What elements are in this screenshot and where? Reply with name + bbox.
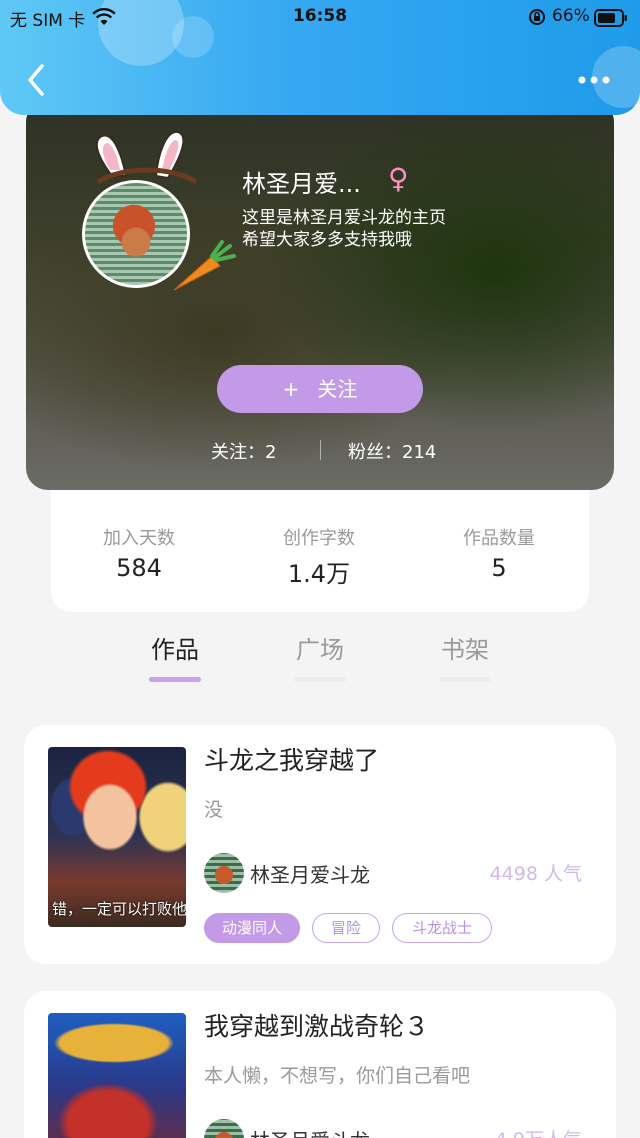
work-cover[interactable]: [48, 1013, 186, 1138]
back-button[interactable]: [18, 60, 58, 100]
summary-days: 加入天数 584: [59, 524, 219, 582]
profile-summary: 加入天数 584 创作字数 1.4万 作品数量 5: [51, 490, 589, 612]
plus-icon: +: [282, 377, 300, 401]
tag-chip[interactable]: 冒险: [312, 913, 380, 943]
summary-label: 创作字数: [283, 528, 355, 549]
summary-label: 作品数量: [463, 528, 535, 549]
summary-value: 584: [116, 554, 162, 582]
summary-value: 1.4万: [287, 560, 351, 588]
tab-square[interactable]: 广场: [280, 630, 360, 682]
profile-bio: 这里是林圣月爱斗龙的主页 希望大家多多支持我哦: [242, 207, 542, 251]
tab-works[interactable]: 作品: [135, 630, 215, 682]
follow-label: 关注: [317, 377, 358, 401]
work-cover[interactable]: 错，一定可以打败他们: [48, 747, 186, 927]
tag-chip[interactable]: 动漫同人: [204, 913, 300, 943]
work-title[interactable]: 我穿越到激战奇轮３: [204, 1007, 429, 1043]
battery-percent: 66%: [552, 6, 590, 26]
more-dots-icon: [578, 76, 610, 84]
tag-chip[interactable]: 斗龙战士: [392, 913, 492, 943]
chevron-left-icon: [28, 64, 44, 96]
profile-header: 林圣月爱... ♀ 这里是林圣月爱斗龙的主页 希望大家多多支持我哦 + 关注 关注…: [26, 100, 614, 490]
summary-works: 作品数量 5: [419, 524, 579, 582]
top-bar: 无 SIM 卡 16:58 66%: [0, 0, 640, 115]
tab-indicator: [149, 677, 201, 682]
work-card[interactable]: 错，一定可以打败他们 斗龙之我穿越了 没 林圣月爱斗龙 4498 人气 动漫同人…: [24, 725, 616, 964]
work-title[interactable]: 斗龙之我穿越了: [204, 741, 379, 777]
more-button[interactable]: [574, 68, 614, 92]
author-avatar: [204, 853, 244, 893]
bio-line: 希望大家多多支持我哦: [242, 230, 412, 250]
bunny-ears-icon: [95, 130, 198, 185]
tab-label: 书架: [441, 636, 489, 664]
status-bar: 无 SIM 卡 16:58 66%: [0, 6, 640, 32]
work-description: 没: [204, 799, 224, 821]
work-description: 本人懒，不想写，你们自己看吧: [204, 1065, 471, 1087]
author-avatar: [204, 1119, 244, 1138]
profile-nickname: 林圣月爱...: [242, 170, 361, 198]
tab-bar: 作品 广场 书架: [0, 630, 640, 690]
summary-value: 5: [491, 554, 507, 582]
battery-icon: [594, 9, 628, 32]
fans-count[interactable]: 粉丝：214: [348, 438, 436, 464]
tab-indicator: [439, 677, 491, 682]
tab-bookshelf[interactable]: 书架: [425, 630, 505, 682]
follow-stats: 关注：2 粉丝：214: [26, 438, 614, 464]
popularity-count: 4.9万人气: [495, 1125, 582, 1138]
popularity-count: 4498 人气: [489, 863, 582, 885]
work-card[interactable]: 我穿越到激战奇轮３ 本人懒，不想写，你们自己看吧 林圣月爱斗龙 4.9万人气: [24, 991, 616, 1138]
author-name: 林圣月爱斗龙: [250, 1125, 370, 1138]
summary-label: 加入天数: [103, 528, 175, 549]
summary-words: 创作字数 1.4万: [239, 524, 399, 589]
tab-label: 作品: [151, 636, 199, 664]
tab-indicator: [294, 677, 346, 682]
author-name: 林圣月爱斗龙: [250, 863, 370, 887]
rotation-lock-icon: [528, 8, 546, 31]
avatar-frame[interactable]: [82, 130, 236, 291]
divider: [320, 440, 321, 460]
following-count[interactable]: 关注：2: [211, 438, 276, 464]
follow-button[interactable]: + 关注: [217, 365, 423, 413]
female-icon: ♀: [388, 162, 409, 195]
cover-caption: 错，一定可以打败他们: [52, 900, 186, 918]
tab-label: 广场: [296, 636, 344, 664]
bio-line: 这里是林圣月爱斗龙的主页: [242, 208, 446, 228]
carrot-icon: [173, 240, 236, 291]
